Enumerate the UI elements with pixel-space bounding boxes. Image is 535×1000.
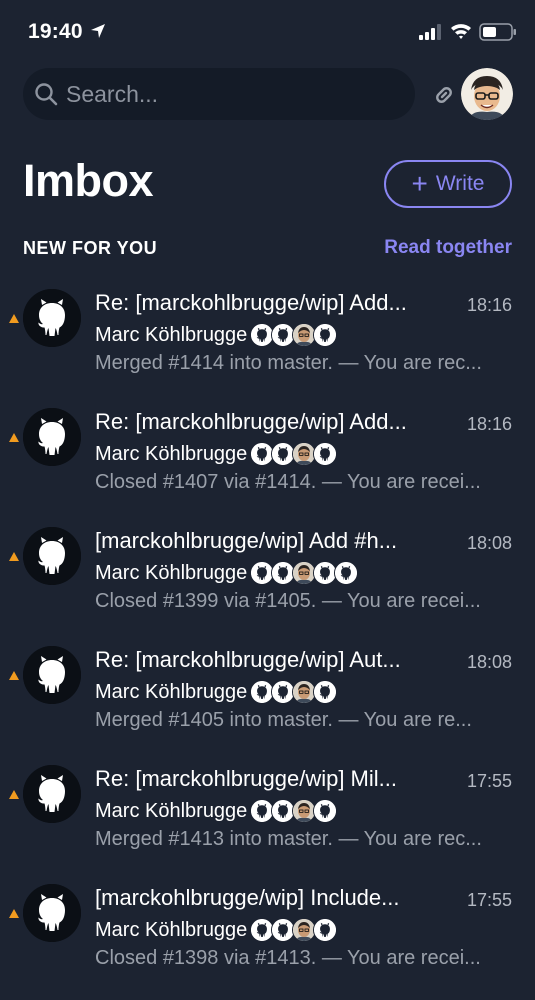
section-label: NEW FOR YOU <box>23 238 158 258</box>
message-row[interactable]: [marckohlbrugge/wip] Add #h... 18:08 Mar… <box>0 518 535 628</box>
message-time: 18:08 <box>466 533 512 553</box>
message-sender: Marc Köhlbrugge <box>95 799 248 822</box>
message-sender-line: Marc Köhlbrugge <box>95 798 338 824</box>
message-sender-line: Marc Köhlbrugge <box>95 560 359 586</box>
message-time: 17:55 <box>466 771 512 791</box>
sender-avatar-github-icon <box>23 884 81 942</box>
status-time: 19:40 <box>28 20 83 43</box>
search-input[interactable]: Search... <box>23 68 415 120</box>
participant-github-icon <box>313 918 338 942</box>
message-snippet: Closed #1399 via #1405. — You are recei.… <box>95 590 481 612</box>
sender-avatar-github-icon <box>23 408 81 466</box>
message-row[interactable]: Re: [marckohlbrugge/wip] Add... 18:16 Ma… <box>0 399 535 509</box>
message-subject: Re: [marckohlbrugge/wip] Add... <box>95 409 407 434</box>
unread-indicator-icon <box>9 314 19 323</box>
unread-indicator-icon <box>9 552 19 561</box>
message-sender: Marc Köhlbrugge <box>95 442 248 465</box>
participant-github-icon <box>334 561 359 585</box>
wifi-icon <box>451 24 471 39</box>
message-sender: Marc Köhlbrugge <box>95 323 248 346</box>
message-time: 18:08 <box>466 652 512 672</box>
message-row[interactable]: Re: [marckohlbrugge/wip] Add... 18:16 Ma… <box>0 280 535 390</box>
message-subject: [marckohlbrugge/wip] Include... <box>95 885 400 910</box>
participant-github-icon <box>313 323 338 347</box>
message-row[interactable]: Re: [marckohlbrugge/wip] Aut... 18:08 Ma… <box>0 637 535 747</box>
profile-avatar-image <box>461 68 513 120</box>
message-sender-line: Marc Köhlbrugge <box>95 917 338 943</box>
search-placeholder: Search... <box>66 81 159 107</box>
sender-avatar-github-icon <box>23 646 81 704</box>
unread-indicator-icon <box>9 909 19 918</box>
cellular-signal-icon <box>419 24 441 40</box>
message-subject: [marckohlbrugge/wip] Add #h... <box>95 528 398 553</box>
message-snippet: Closed #1398 via #1413. — You are recei.… <box>95 947 481 969</box>
page-title: Imbox <box>23 155 154 206</box>
status-bar: 19:40 <box>0 0 535 60</box>
message-sender: Marc Köhlbrugge <box>95 561 248 584</box>
message-row[interactable]: [marckohlbrugge/wip] Include... 17:55 Ma… <box>0 875 535 985</box>
message-row[interactable]: Re: [marckohlbrugge/wip] Mil... 17:55 Ma… <box>0 756 535 866</box>
message-snippet: Closed #1407 via #1414. — You are recei.… <box>95 471 481 493</box>
message-subject: Re: [marckohlbrugge/wip] Mil... <box>95 766 397 791</box>
sender-avatar-github-icon <box>23 527 81 585</box>
message-subject: Re: [marckohlbrugge/wip] Add... <box>95 290 407 315</box>
message-time: 18:16 <box>466 295 512 315</box>
message-sender: Marc Köhlbrugge <box>95 680 248 703</box>
profile-avatar[interactable] <box>461 68 513 120</box>
battery-icon <box>479 23 516 41</box>
message-snippet: Merged #1405 into master. — You are re..… <box>95 709 472 731</box>
write-button[interactable]: + Write <box>384 160 512 208</box>
search-icon <box>35 83 58 106</box>
sender-avatar-github-icon <box>23 765 81 823</box>
sender-avatar-github-icon <box>23 289 81 347</box>
unread-indicator-icon <box>9 433 19 442</box>
message-time: 17:55 <box>466 890 512 910</box>
plus-icon: + <box>411 168 428 199</box>
message-sender-line: Marc Köhlbrugge <box>95 441 338 467</box>
unread-indicator-icon <box>9 671 19 680</box>
location-arrow-icon <box>91 24 105 38</box>
read-together-link[interactable]: Read together <box>384 237 512 259</box>
participant-github-icon <box>313 442 338 466</box>
link-icon[interactable] <box>430 81 458 109</box>
participant-github-icon <box>313 799 338 823</box>
write-button-label: Write <box>435 172 485 195</box>
message-snippet: Merged #1414 into master. — You are rec.… <box>95 352 482 374</box>
message-time: 18:16 <box>466 414 512 434</box>
participant-github-icon <box>313 680 338 704</box>
message-snippet: Merged #1413 into master. — You are rec.… <box>95 828 482 850</box>
message-sender: Marc Köhlbrugge <box>95 918 248 941</box>
unread-indicator-icon <box>9 790 19 799</box>
message-sender-line: Marc Köhlbrugge <box>95 322 338 348</box>
message-sender-line: Marc Köhlbrugge <box>95 679 338 705</box>
message-subject: Re: [marckohlbrugge/wip] Aut... <box>95 647 401 672</box>
